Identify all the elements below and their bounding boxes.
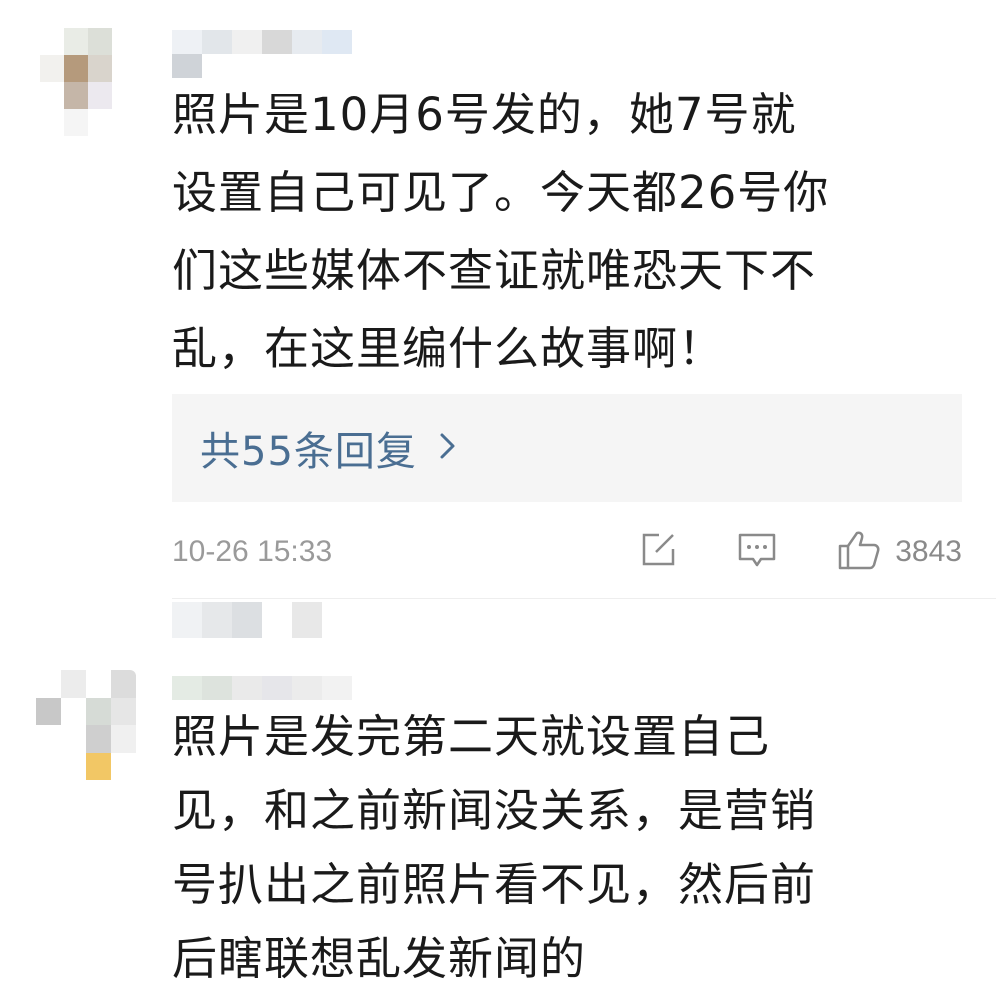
- comment-line: 乱，在这里编什么故事啊！: [172, 322, 725, 375]
- mosaic-pixel: [232, 30, 262, 54]
- mosaic-pixel: [88, 109, 112, 136]
- mosaic-pixel: [262, 54, 292, 78]
- mosaic-pixel: [352, 676, 382, 700]
- reply-count-label: 共55条回复: [200, 429, 417, 475]
- comment-line: 号扒出之前照片看不见，然后前: [172, 858, 817, 911]
- comment-text: 照片是10月6号发的，她7号就 设置自己可见了。今天都26号你 们这些媒体不查证…: [172, 76, 952, 388]
- mosaic-pixel: [172, 602, 202, 638]
- mosaic-pixel: [61, 697, 86, 725]
- replies-panel[interactable]: 共55条回复: [172, 394, 962, 502]
- avatar[interactable]: [40, 28, 136, 136]
- mosaic-pixel: [112, 82, 136, 109]
- mosaic-pixel: [86, 752, 111, 780]
- divider: [172, 598, 996, 599]
- mosaic-pixel: [88, 82, 112, 109]
- mosaic-pixel: [111, 725, 136, 753]
- mosaic-pixel: [61, 752, 86, 780]
- like-count: 3843: [895, 535, 962, 568]
- mosaic-pixel: [61, 725, 86, 753]
- mosaic-pixel: [111, 752, 136, 780]
- comment-line: 照片是发完第二天就设置自己: [172, 710, 771, 763]
- mosaic-pixel: [64, 55, 88, 82]
- mosaic-pixel: [292, 54, 322, 78]
- share-icon[interactable]: [639, 531, 677, 573]
- comment-line: 们这些媒体不查证就唯恐天下不: [172, 244, 817, 297]
- mosaic-pixel: [322, 54, 352, 78]
- mosaic-pixel: [86, 670, 111, 698]
- comment-text: 照片是发完第二天就设置自己 见，和之前新闻没关系，是营销 号扒出之前照片看不见，…: [172, 700, 952, 996]
- mosaic-pixel: [36, 697, 61, 725]
- view-replies-link[interactable]: 共55条回复: [200, 419, 457, 477]
- mosaic-pixel: [40, 82, 64, 109]
- mosaic-pixel: [112, 28, 136, 55]
- mosaic-pixel: [262, 676, 292, 700]
- mosaic-pixel: [111, 670, 136, 698]
- mosaic-pixel: [352, 30, 382, 54]
- timestamp: 10-26 15:33: [172, 535, 333, 568]
- mosaic-pixel: [322, 602, 352, 638]
- avatar[interactable]: [36, 670, 136, 780]
- mosaic-pixel: [172, 676, 202, 700]
- comment-meta: 10-26 15:33 3843: [172, 528, 962, 576]
- mosaic-pixel: [352, 54, 382, 78]
- mosaic-pixel: [88, 55, 112, 82]
- mosaic-pixel: [172, 30, 202, 54]
- comment-icon[interactable]: [737, 530, 777, 574]
- mosaic-pixel: [292, 676, 322, 700]
- comment-line: 后瞎联想乱发新闻的: [172, 932, 587, 985]
- comment-line: 设置自己可见了。今天都26号你: [172, 166, 830, 219]
- mosaic-pixel: [61, 670, 86, 698]
- mosaic-pixel: [64, 82, 88, 109]
- mosaic-pixel: [232, 676, 262, 700]
- mosaic-pixel: [202, 602, 232, 638]
- mosaic-pixel: [172, 54, 202, 78]
- mosaic-pixel: [262, 30, 292, 54]
- thumbs-up-icon[interactable]: [837, 529, 881, 575]
- mosaic-pixel: [40, 55, 64, 82]
- mosaic-pixel: [111, 697, 136, 725]
- username[interactable]: [172, 676, 382, 700]
- comment-line: 见，和之前新闻没关系，是营销: [172, 784, 817, 837]
- mosaic-pixel: [64, 28, 88, 55]
- comment-line: 照片是10月6号发的，她7号就: [172, 88, 797, 141]
- chevron-right-icon: [439, 428, 457, 469]
- mosaic-pixel: [262, 602, 292, 638]
- mosaic-pixel: [40, 28, 64, 55]
- mosaic-pixel: [64, 109, 88, 136]
- mosaic-pixel: [202, 30, 232, 54]
- mosaic-pixel: [112, 55, 136, 82]
- mosaic-pixel: [232, 602, 262, 638]
- mosaic-pixel: [232, 54, 262, 78]
- like-button[interactable]: 3843: [837, 529, 962, 575]
- mosaic-pixel: [292, 602, 322, 638]
- mosaic-pixel: [36, 725, 61, 753]
- mosaic-pixel: [86, 697, 111, 725]
- mosaic-pixel: [36, 752, 61, 780]
- reply-handle: [172, 602, 352, 638]
- mosaic-pixel: [202, 54, 232, 78]
- mosaic-pixel: [322, 30, 352, 54]
- mosaic-pixel: [86, 725, 111, 753]
- username[interactable]: [172, 30, 382, 78]
- mosaic-pixel: [36, 670, 61, 698]
- mosaic-pixel: [88, 28, 112, 55]
- mosaic-pixel: [202, 676, 232, 700]
- mosaic-pixel: [292, 30, 322, 54]
- mosaic-pixel: [322, 676, 352, 700]
- mosaic-pixel: [112, 109, 136, 136]
- mosaic-pixel: [40, 109, 64, 136]
